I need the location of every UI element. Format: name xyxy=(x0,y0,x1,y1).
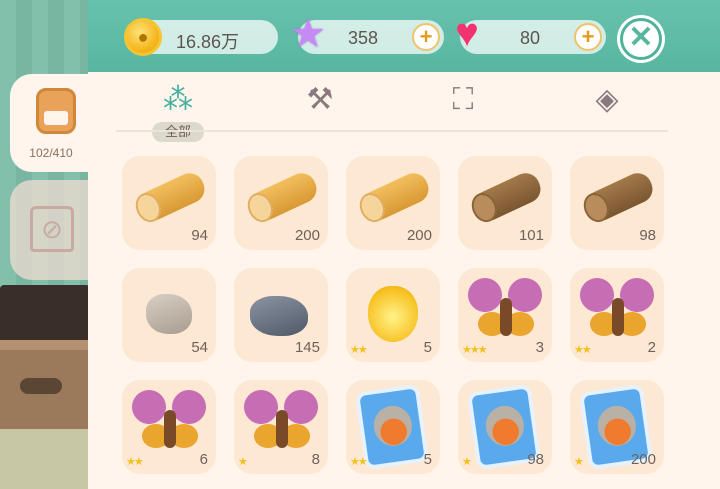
inventory-slot[interactable]: 145 xyxy=(234,268,328,362)
star-icon: ★ xyxy=(290,12,326,56)
light-log-icon xyxy=(131,168,210,227)
inventory-slot[interactable]: ★★ 2 xyxy=(570,268,664,362)
item-quantity: 5 xyxy=(423,451,432,468)
item-quantity: 200 xyxy=(406,227,432,244)
inventory-slot[interactable]: 94 xyxy=(122,156,216,250)
backpack-pocket xyxy=(44,111,68,125)
dark-log-icon xyxy=(467,168,546,227)
backpack-capacity: 102/410 xyxy=(29,146,73,160)
top-bar: 16.86万 ● 358 + ★ 80 + ♥ ✕ xyxy=(88,0,720,72)
item-quantity: 8 xyxy=(311,451,320,468)
inventory-slot[interactable]: ★ 200 xyxy=(570,380,664,474)
robin-card-icon xyxy=(354,383,430,471)
inventory-slot[interactable]: ★★ 5 xyxy=(346,268,440,362)
inventory-slot[interactable]: ★★★ 3 xyxy=(458,268,552,362)
tab-all-label: 全部 xyxy=(152,122,204,142)
item-quantity: 200 xyxy=(294,227,320,244)
item-quantity: 200 xyxy=(630,451,656,468)
inventory-slot[interactable]: 200 xyxy=(234,156,328,250)
add-hearts-button[interactable]: + xyxy=(574,23,602,51)
shop-icon: ⊘ xyxy=(30,206,74,252)
dots-grid-icon: ⁂ xyxy=(163,83,193,116)
tab-shapes[interactable]: ◈ xyxy=(582,80,632,120)
rarity-stars: ★★ xyxy=(350,456,368,468)
inventory-panel: ⁂ 全部 ⚒ ⛶ ◈ 94 200 200 101 xyxy=(88,72,720,489)
background-crate xyxy=(0,340,95,435)
inventory-slot[interactable]: ★ 98 xyxy=(458,380,552,474)
inventory-slot[interactable]: 98 xyxy=(570,156,664,250)
rarity-stars: ★★ xyxy=(574,344,592,356)
inventory-slot[interactable]: ★ 8 xyxy=(234,380,328,474)
beige-rock-icon xyxy=(146,294,192,334)
item-quantity: 2 xyxy=(647,339,656,356)
item-quantity: 98 xyxy=(527,451,544,468)
coin-icon: ● xyxy=(124,18,162,56)
item-quantity: 54 xyxy=(191,339,208,356)
butterfly-icon xyxy=(127,385,211,464)
butterfly-icon xyxy=(239,385,323,464)
slate-rock-icon xyxy=(250,296,308,336)
item-quantity: 3 xyxy=(535,339,544,356)
item-quantity: 145 xyxy=(294,339,320,356)
tab-all[interactable]: ⁂ xyxy=(153,80,203,120)
tab-backpack[interactable]: 102/410 xyxy=(10,74,92,172)
item-quantity: 98 xyxy=(639,227,656,244)
item-quantity: 94 xyxy=(191,227,208,244)
butterfly-icon xyxy=(575,273,659,352)
dark-log-icon xyxy=(579,168,658,227)
firefly-icon xyxy=(368,286,418,342)
inventory-slot[interactable]: 101 xyxy=(458,156,552,250)
add-stars-button[interactable]: + xyxy=(412,23,440,51)
inventory-slot[interactable]: ★★ 6 xyxy=(122,380,216,474)
shapes-icon: ◈ xyxy=(595,83,619,116)
inventory-slot[interactable]: 54 xyxy=(122,268,216,362)
item-quantity: 6 xyxy=(199,451,208,468)
light-log-icon xyxy=(355,168,434,227)
rarity-stars: ★★ xyxy=(126,456,144,468)
close-button[interactable]: ✕ xyxy=(620,18,662,60)
category-tabs: ⁂ 全部 ⚒ ⛶ ◈ xyxy=(88,72,720,142)
toolbox-icon: ⚒ xyxy=(306,83,334,116)
butterfly-icon xyxy=(463,273,547,352)
rarity-stars: ★★ xyxy=(350,344,368,356)
item-quantity: 5 xyxy=(423,339,432,356)
backpack-icon xyxy=(36,88,76,134)
crate-handle xyxy=(20,378,62,394)
heart-value: 80 xyxy=(520,28,541,48)
item-quantity: 101 xyxy=(518,227,544,244)
inventory-slot[interactable]: 200 xyxy=(346,156,440,250)
light-log-icon xyxy=(243,168,322,227)
tab-divider xyxy=(116,130,668,132)
heart-icon: ♥ xyxy=(455,11,479,55)
star-value: 358 xyxy=(348,28,379,48)
inventory-slot[interactable]: ★★ 5 xyxy=(346,380,440,474)
tab-materials[interactable]: ⚒ xyxy=(295,80,345,120)
tab-shop[interactable]: ⊘ xyxy=(10,180,92,280)
rarity-stars: ★ xyxy=(238,456,248,468)
chair-icon: ⛶ xyxy=(452,83,474,116)
coin-value: 16.86万 xyxy=(176,32,240,52)
tab-furniture[interactable]: ⛶ xyxy=(438,80,488,120)
rarity-stars: ★★★ xyxy=(462,344,488,356)
rarity-stars: ★ xyxy=(462,456,472,468)
rarity-stars: ★ xyxy=(574,456,584,468)
